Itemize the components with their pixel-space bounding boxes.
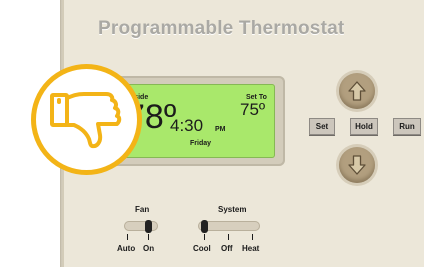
- system-tick-cool: [204, 234, 205, 240]
- fan-switch[interactable]: [124, 221, 158, 231]
- arrow-up-icon: [348, 81, 366, 101]
- fan-option-on[interactable]: On: [143, 244, 154, 253]
- fan-option-auto[interactable]: Auto: [117, 244, 135, 253]
- fan-tick-on: [148, 234, 149, 240]
- system-option-heat[interactable]: Heat: [242, 244, 259, 253]
- arrow-down-icon: [348, 155, 366, 175]
- hold-button[interactable]: Hold: [350, 118, 378, 135]
- set-temperature: 75º: [240, 100, 266, 119]
- clock-ampm: PM: [215, 126, 226, 133]
- fan-label: Fan: [135, 205, 150, 214]
- system-option-off[interactable]: Off: [221, 244, 233, 253]
- day-of-week: Friday: [190, 140, 212, 147]
- fan-tick-auto: [127, 234, 128, 240]
- fan-switch-knob[interactable]: [145, 220, 152, 233]
- temperature-down-button[interactable]: [339, 147, 375, 183]
- set-button[interactable]: Set: [309, 118, 335, 135]
- thumbs-down-badge: [31, 64, 142, 175]
- temperature-up-button[interactable]: [339, 73, 375, 109]
- system-option-cool[interactable]: Cool: [193, 244, 211, 253]
- run-button[interactable]: Run: [393, 118, 421, 135]
- thermostat-title: Programmable Thermostat: [98, 18, 345, 39]
- system-switch-knob[interactable]: [201, 220, 208, 233]
- thumbs-down-icon: [50, 92, 122, 149]
- system-tick-heat: [252, 234, 253, 240]
- system-tick-off: [228, 234, 229, 240]
- lcd-display: Inside 78º 4:30 PM Set To 75º Friday: [122, 84, 275, 158]
- system-label: System: [218, 205, 247, 214]
- clock-time: 4:30: [170, 116, 204, 135]
